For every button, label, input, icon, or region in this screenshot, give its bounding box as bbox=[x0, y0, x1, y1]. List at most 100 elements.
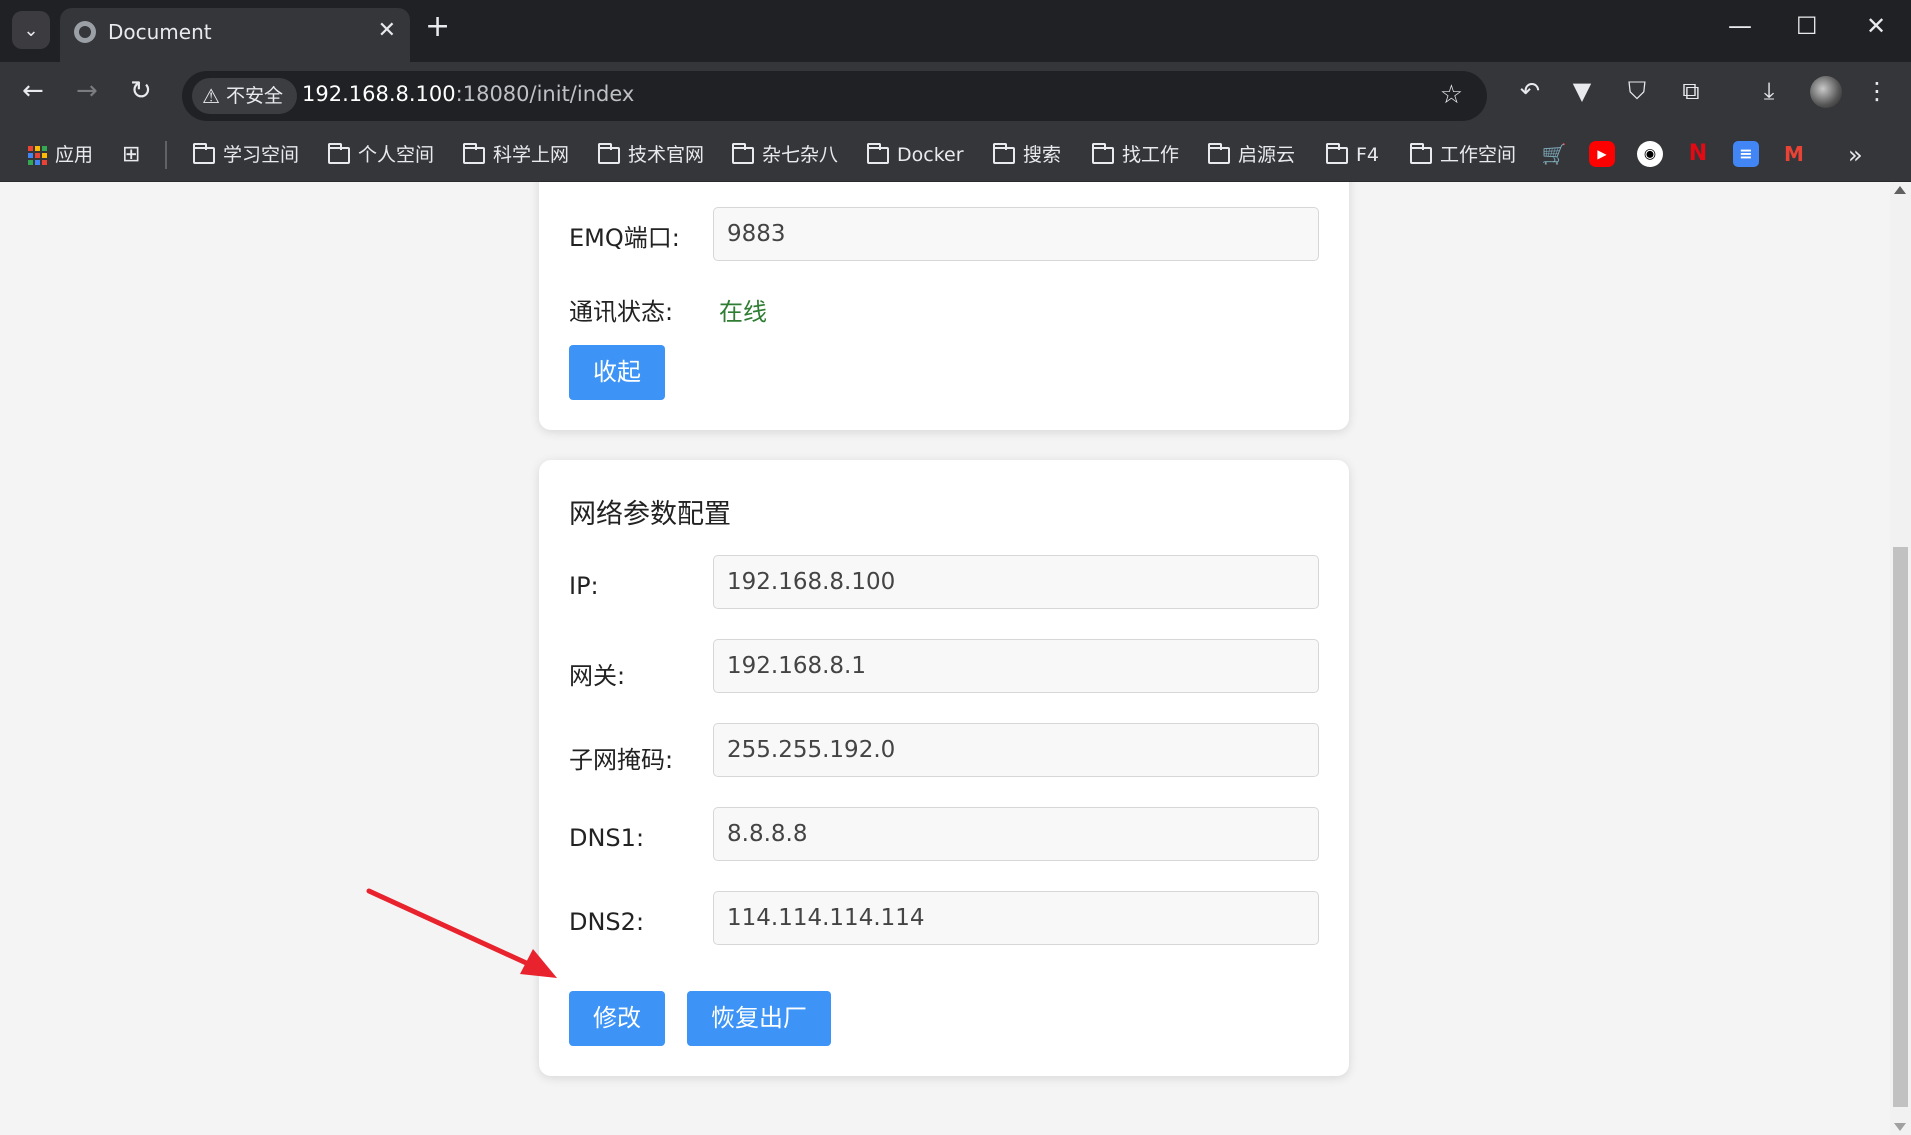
dns1-input[interactable]: 8.8.8.8 bbox=[713, 807, 1319, 861]
gateway-label: 网关: bbox=[569, 662, 626, 690]
bookmark-folder-f4[interactable]: F4 bbox=[1326, 140, 1379, 170]
factory-reset-button[interactable]: 恢复出厂 bbox=[687, 991, 831, 1046]
bookmark-label: 个人空间 bbox=[358, 144, 435, 166]
modify-button[interactable]: 修改 bbox=[569, 991, 665, 1046]
tab-strip: ⌄ Document ✕ + — ☐ ✕ bbox=[0, 0, 1911, 62]
subnet-mask-input[interactable]: 255.255.192.0 bbox=[713, 723, 1319, 777]
scroll-down-icon[interactable] bbox=[1894, 1123, 1906, 1131]
bookmark-star-icon[interactable]: ☆ bbox=[1440, 80, 1463, 110]
bookmark-separator bbox=[165, 141, 167, 169]
scroll-up-icon[interactable] bbox=[1894, 186, 1906, 194]
tab-close-icon[interactable]: ✕ bbox=[378, 18, 396, 43]
close-window-button[interactable]: ✕ bbox=[1866, 12, 1886, 40]
new-tab-button[interactable]: + bbox=[425, 12, 450, 42]
browser-chrome: ⌄ Document ✕ + — ☐ ✕ ← → ↻ ⚠ 不安全 192.168… bbox=[0, 0, 1911, 182]
netflix-icon[interactable]: N bbox=[1685, 141, 1711, 167]
ip-input[interactable]: 192.168.8.100 bbox=[713, 555, 1319, 609]
bookmark-folder-jobs[interactable]: 找工作 bbox=[1092, 140, 1179, 170]
emq-card: EMQ端口: 9883 通讯状态: 在线 收起 bbox=[539, 182, 1349, 430]
bookmark-folder-search[interactable]: 搜索 bbox=[993, 140, 1061, 170]
status-value: 在线 bbox=[719, 298, 767, 326]
bookmark-label: 应用 bbox=[55, 144, 94, 166]
scroll-thumb[interactable] bbox=[1893, 547, 1908, 1107]
folder-icon bbox=[732, 142, 754, 164]
bookmark-label: 找工作 bbox=[1122, 144, 1180, 166]
apps-grid-icon bbox=[28, 145, 47, 165]
docs-icon[interactable]: ≡ bbox=[1733, 141, 1759, 167]
reload-icon[interactable]: ↻ bbox=[130, 76, 152, 106]
bookmark-folder-personal[interactable]: 个人空间 bbox=[328, 140, 434, 170]
card-title: 网络参数配置 bbox=[569, 499, 731, 530]
url-path: :18080/init/index bbox=[455, 82, 635, 106]
address-bar[interactable]: ⚠ 不安全 192.168.8.100:18080/init/index ☆ bbox=[182, 71, 1487, 121]
network-config-card: 网络参数配置 IP: 192.168.8.100 网关: 192.168.8.1… bbox=[539, 460, 1349, 1076]
cart-icon[interactable]: 🛒 bbox=[1541, 141, 1567, 167]
gateway-input[interactable]: 192.168.8.1 bbox=[713, 639, 1319, 693]
dns2-input[interactable]: 114.114.114.114 bbox=[713, 891, 1319, 945]
bookmark-label: 技术官网 bbox=[628, 144, 705, 166]
annotation-arrow-icon bbox=[366, 888, 557, 978]
chevron-down-icon: ⌄ bbox=[23, 19, 39, 41]
folder-icon bbox=[1208, 142, 1230, 164]
profile-avatar[interactable] bbox=[1810, 76, 1842, 108]
youtube-icon[interactable]: ▶ bbox=[1589, 141, 1615, 167]
vertical-scrollbar[interactable] bbox=[1890, 182, 1911, 1135]
bookmark-label: 工作空间 bbox=[1440, 144, 1517, 166]
minimize-button[interactable]: — bbox=[1728, 12, 1752, 40]
security-label: 不安全 bbox=[225, 85, 283, 107]
dns2-label: DNS2: bbox=[569, 908, 645, 936]
browser-toolbar: ← → ↻ ⚠ 不安全 192.168.8.100:18080/init/ind… bbox=[0, 62, 1911, 128]
page-content: EMQ端口: 9883 通讯状态: 在线 收起 网络参数配置 IP: 192.1… bbox=[0, 182, 1890, 1135]
url-text[interactable]: 192.168.8.100:18080/init/index bbox=[302, 82, 634, 106]
security-chip[interactable]: ⚠ 不安全 bbox=[192, 78, 297, 114]
bookmark-label: 杂七杂八 bbox=[762, 144, 839, 166]
tab-groups-icon[interactable]: ⊞ bbox=[122, 140, 140, 170]
menu-icon[interactable]: ⋮ bbox=[1862, 76, 1892, 106]
shield-icon[interactable]: ⛉ bbox=[1622, 76, 1652, 106]
bookmark-label: 启源云 bbox=[1238, 144, 1296, 166]
forward-icon[interactable]: → bbox=[76, 76, 98, 106]
bookmark-folder-docker[interactable]: Docker bbox=[867, 140, 964, 170]
bookmark-folder-tech[interactable]: 技术官网 bbox=[598, 140, 704, 170]
folder-icon bbox=[993, 142, 1015, 164]
bookmark-label: 学习空间 bbox=[223, 144, 300, 166]
tab-document[interactable]: Document ✕ bbox=[60, 8, 410, 62]
folder-icon bbox=[1092, 142, 1114, 164]
subnet-mask-label: 子网掩码: bbox=[569, 746, 674, 774]
extension-icon[interactable]: ↶ bbox=[1515, 76, 1545, 106]
bookmarks-more-icon[interactable]: » bbox=[1848, 140, 1863, 170]
ip-label: IP: bbox=[569, 572, 599, 600]
bookmark-label: F4 bbox=[1356, 144, 1380, 166]
bookmarks-bar: 应用 ⊞ 学习空间 个人空间 科学上网 技术官网 杂七杂八 Docker 搜索 … bbox=[0, 128, 1911, 182]
puzzle-icon[interactable]: ⧉ bbox=[1676, 76, 1706, 106]
bookmark-folder-misc[interactable]: 杂七杂八 bbox=[732, 140, 838, 170]
dns1-label: DNS1: bbox=[569, 824, 645, 852]
folder-icon bbox=[328, 142, 350, 164]
bookmark-folder-proxy[interactable]: 科学上网 bbox=[463, 140, 569, 170]
back-icon[interactable]: ← bbox=[22, 76, 44, 106]
bookmark-label: 搜索 bbox=[1023, 144, 1062, 166]
warning-icon: ⚠ bbox=[202, 84, 220, 108]
extension-v-icon[interactable]: ▼ bbox=[1567, 76, 1597, 106]
tab-search-button[interactable]: ⌄ bbox=[12, 11, 50, 49]
globe-icon bbox=[74, 21, 96, 43]
collapse-button[interactable]: 收起 bbox=[569, 345, 665, 400]
github-icon[interactable]: ◉ bbox=[1637, 141, 1663, 167]
bookmark-label: Docker bbox=[897, 144, 964, 166]
bookmark-folder-study[interactable]: 学习空间 bbox=[193, 140, 299, 170]
bookmark-label: 科学上网 bbox=[493, 144, 570, 166]
bookmark-folder-qiyuan[interactable]: 启源云 bbox=[1208, 140, 1295, 170]
folder-icon bbox=[1326, 142, 1348, 164]
gmail-icon[interactable]: M bbox=[1781, 141, 1807, 167]
folder-icon bbox=[598, 142, 620, 164]
maximize-button[interactable]: ☐ bbox=[1796, 12, 1818, 40]
tab-title: Document bbox=[108, 20, 212, 44]
folder-icon bbox=[867, 142, 889, 164]
url-host: 192.168.8.100 bbox=[302, 82, 456, 106]
download-icon[interactable]: ⤓ bbox=[1754, 76, 1784, 106]
folder-icon bbox=[193, 142, 215, 164]
emq-port-input[interactable]: 9883 bbox=[713, 207, 1319, 261]
bookmark-apps[interactable]: 应用 bbox=[28, 140, 93, 170]
bookmark-folder-work[interactable]: 工作空间 bbox=[1410, 140, 1516, 170]
status-label: 通讯状态: bbox=[569, 298, 674, 326]
